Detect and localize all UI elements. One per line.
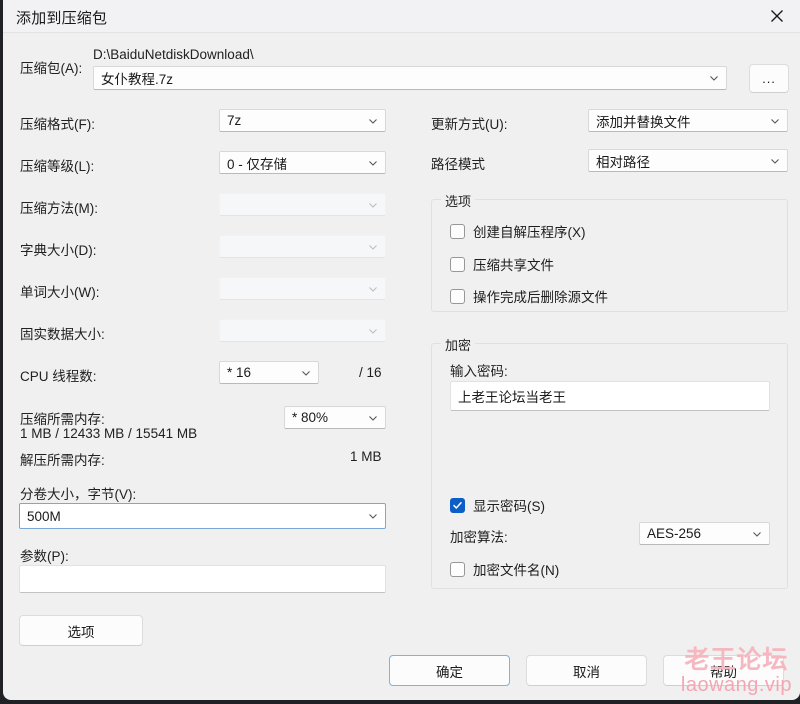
checkbox-encrypt-filenames[interactable]: 加密文件名(N) xyxy=(450,559,559,579)
level-label: 压缩等级(L): xyxy=(20,159,95,174)
chevron-down-icon xyxy=(710,76,718,81)
checkbox-label: 操作完成后删除源文件 xyxy=(473,290,608,305)
memory-compress-label: 压缩所需内存: xyxy=(20,412,105,427)
checkbox-show-password[interactable]: 显示密码(S) xyxy=(450,495,545,515)
algorithm-label: 加密算法: xyxy=(450,530,508,545)
checkbox-box xyxy=(450,288,465,304)
options-button[interactable]: 选项 xyxy=(19,615,143,646)
chevron-down-icon xyxy=(369,118,377,124)
level-combo[interactable]: 0 - 仅存储 xyxy=(219,151,386,174)
check-icon xyxy=(453,501,462,509)
chevron-down-icon xyxy=(771,158,779,164)
checkbox-label: 创建自解压程序(X) xyxy=(473,225,586,240)
format-combo[interactable]: 7z xyxy=(219,109,386,132)
options-group-title: 选项 xyxy=(441,191,476,210)
checkbox-delete-after[interactable]: 操作完成后删除源文件 xyxy=(450,286,608,306)
memory-percent-value: * 80% xyxy=(292,410,329,425)
solid-block-combo[interactable] xyxy=(219,319,386,342)
chevron-down-icon xyxy=(369,286,377,292)
add-to-archive-dialog: 添加到压缩包 压缩包(A): D:\BaiduNetdiskDownload\ … xyxy=(3,0,800,700)
chevron-down-icon xyxy=(369,244,377,250)
help-button[interactable]: 帮助 xyxy=(663,655,784,686)
cpu-threads-value: * 16 xyxy=(227,365,252,380)
algorithm-combo[interactable]: AES-256 xyxy=(639,522,770,545)
chevron-down-icon xyxy=(369,328,377,334)
cpu-threads-combo[interactable]: * 16 xyxy=(219,361,319,384)
checkbox-box xyxy=(450,497,465,513)
path-mode-combo[interactable]: 相对路径 xyxy=(588,149,788,172)
volume-size-label: 分卷大小，字节(V): xyxy=(20,487,137,502)
checkbox-label: 压缩共享文件 xyxy=(473,258,554,273)
archive-name-value: 女仆教程.7z xyxy=(101,72,174,87)
checkbox-box xyxy=(450,561,465,577)
title-bar: 添加到压缩包 xyxy=(3,0,800,33)
path-mode-value: 相对路径 xyxy=(596,154,650,170)
chevron-down-icon xyxy=(369,160,377,166)
volume-size-combo[interactable]: 500M xyxy=(19,503,386,529)
update-mode-combo[interactable]: 添加并替换文件 xyxy=(588,109,788,132)
parameters-label: 参数(P): xyxy=(20,549,69,564)
level-value: 0 - 仅存储 xyxy=(227,156,288,172)
password-value: 上老王论坛当老王 xyxy=(458,390,566,405)
archive-path-text: D:\BaiduNetdiskDownload\ xyxy=(93,47,254,62)
memory-extract-label: 解压所需内存: xyxy=(20,453,105,468)
close-icon[interactable] xyxy=(754,0,800,32)
cpu-threads-total: / 16 xyxy=(359,365,382,380)
ok-button[interactable]: 确定 xyxy=(389,655,510,686)
checkbox-label: 显示密码(S) xyxy=(473,499,545,514)
checkbox-label: 加密文件名(N) xyxy=(473,563,560,578)
volume-size-value: 500M xyxy=(27,508,61,524)
browse-button[interactable]: ... xyxy=(749,64,789,93)
dictionary-label: 字典大小(D): xyxy=(20,243,97,258)
checkbox-box xyxy=(450,256,465,272)
memory-extract-value: 1 MB xyxy=(350,449,382,464)
checkbox-box xyxy=(450,223,465,239)
chevron-down-icon xyxy=(753,531,761,537)
algorithm-value: AES-256 xyxy=(647,526,702,541)
checkbox-create-sfx[interactable]: 创建自解压程序(X) xyxy=(450,221,586,241)
cpu-threads-label: CPU 线程数: xyxy=(20,369,97,384)
parameters-input[interactable] xyxy=(19,565,386,593)
update-mode-label: 更新方式(U): xyxy=(431,117,508,132)
chevron-down-icon xyxy=(302,370,310,376)
chevron-down-icon xyxy=(369,415,377,421)
archive-name-combo[interactable]: 女仆教程.7z xyxy=(93,66,727,90)
chevron-down-icon xyxy=(771,118,779,124)
archive-label: 压缩包(A): xyxy=(20,61,83,76)
memory-percent-combo[interactable]: * 80% xyxy=(284,406,386,429)
method-label: 压缩方法(M): xyxy=(20,201,98,216)
password-label: 输入密码: xyxy=(450,364,508,379)
cancel-button[interactable]: 取消 xyxy=(526,655,647,686)
word-size-label: 单词大小(W): xyxy=(20,285,100,300)
dictionary-combo[interactable] xyxy=(219,235,386,258)
password-input[interactable]: 上老王论坛当老王 xyxy=(450,381,770,411)
close-glyph xyxy=(771,10,783,22)
path-mode-label: 路径模式 xyxy=(431,157,485,172)
encryption-group-title: 加密 xyxy=(441,335,476,354)
memory-compress-value: 1 MB / 12433 MB / 15541 MB xyxy=(20,426,198,441)
page-title: 添加到压缩包 xyxy=(16,10,108,27)
format-label: 压缩格式(F): xyxy=(20,117,95,132)
method-combo[interactable] xyxy=(219,193,386,216)
solid-block-label: 固实数据大小: xyxy=(20,327,105,342)
update-mode-value: 添加并替换文件 xyxy=(596,114,691,130)
format-value: 7z xyxy=(227,113,242,128)
chevron-down-icon xyxy=(369,202,377,208)
chevron-down-icon xyxy=(369,514,377,519)
checkbox-compress-shared[interactable]: 压缩共享文件 xyxy=(450,254,554,274)
word-size-combo[interactable] xyxy=(219,277,386,300)
